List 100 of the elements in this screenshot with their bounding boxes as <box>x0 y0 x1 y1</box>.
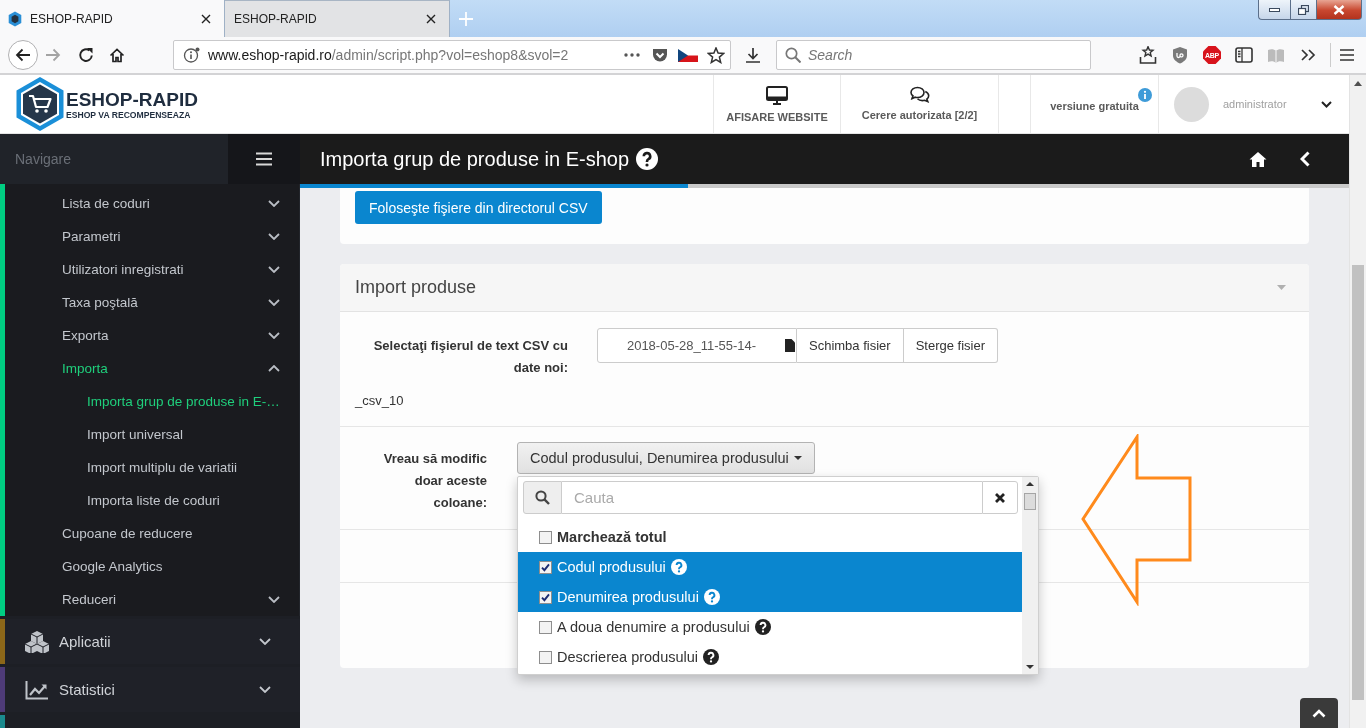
close-button[interactable] <box>1317 0 1362 20</box>
sidebar-item[interactable]: Importa grup de produse in E-… <box>5 385 299 418</box>
scroll-top-button[interactable] <box>1300 698 1338 728</box>
sidebar-item[interactable]: Import multiplu de variatii <box>5 451 299 484</box>
sidebar-heading: Navigare <box>0 134 228 184</box>
close-icon[interactable] <box>426 14 436 24</box>
columns-dropdown[interactable]: Codul produsului, Denumirea produsului <box>517 442 815 474</box>
sidebar-item[interactable]: Exporta <box>5 319 299 352</box>
dropdown-option[interactable]: Descrierea produsului <box>518 642 1022 672</box>
chevron-down-icon[interactable] <box>267 596 280 603</box>
sidebar-item[interactable]: Parametri <box>5 220 299 253</box>
search-field[interactable]: Search <box>808 47 1090 63</box>
help-icon[interactable] <box>754 619 771 635</box>
scroll-down-icon[interactable] <box>1026 665 1034 669</box>
minimize-button[interactable] <box>1258 0 1290 20</box>
checkbox[interactable] <box>539 650 552 664</box>
sidebar-item[interactable]: Taxa poştală <box>5 286 299 319</box>
chevron-down-icon[interactable] <box>267 233 280 240</box>
reload-icon[interactable] <box>78 47 94 63</box>
file-name-text: _csv_10 <box>355 392 404 410</box>
search-box[interactable]: Search <box>776 40 1091 70</box>
shield-icon[interactable] <box>1172 46 1188 64</box>
checkbox[interactable] <box>539 590 552 604</box>
help-icon[interactable] <box>703 649 720 665</box>
more-icon[interactable] <box>624 53 640 57</box>
menu-icon <box>255 152 273 166</box>
page-title: Importa grup de produse in E-shop <box>320 147 630 171</box>
scrollbar-thumb[interactable] <box>1024 493 1036 510</box>
csv-folder-button[interactable]: Foloseşte fişiere din directorul CSV <box>355 191 602 224</box>
address-bar[interactable]: www.eshop-rapid.ro/admin/script.php?vol=eshop8&svol=2 <box>173 40 731 70</box>
minimize-icon <box>1269 7 1280 12</box>
field-label: Vreau să modific doar aceste coloane: <box>382 450 487 512</box>
chevron-down-icon <box>1321 100 1332 108</box>
restore-button[interactable] <box>1290 0 1317 20</box>
info-icon[interactable] <box>183 47 200 63</box>
scrollbar[interactable] <box>1349 75 1366 728</box>
close-icon[interactable] <box>201 13 211 24</box>
chevron-down-icon[interactable] <box>267 266 280 273</box>
header-link[interactable]: Cerere autorizata [2/2] <box>840 75 998 133</box>
browser-tab[interactable]: ESHOP-RAPID <box>0 0 225 37</box>
restore-icon <box>1298 4 1309 15</box>
chevron-up-icon[interactable] <box>267 365 280 372</box>
scrollbar-thumb[interactable] <box>1352 265 1364 700</box>
chevron-down-icon[interactable] <box>259 638 271 645</box>
field-label: Selectaţi fişierul de text CSV cu date noi: <box>372 337 568 377</box>
search-field[interactable]: Cauta <box>562 481 982 514</box>
chevron-left-icon[interactable] <box>1300 151 1310 167</box>
plan-label: versiune gratuita <box>1050 99 1139 112</box>
chart-icon <box>25 679 49 700</box>
delete-file-button[interactable]: Sterge fisier <box>903 328 998 363</box>
chevron-down-icon[interactable] <box>267 332 280 339</box>
sidebar-item[interactable]: Reduceri <box>5 583 299 616</box>
search-icon <box>785 47 801 63</box>
scroll-up-icon[interactable] <box>1354 81 1362 86</box>
checkbox[interactable] <box>539 620 552 634</box>
download-icon[interactable] <box>745 47 761 63</box>
sidebar-item[interactable]: Google Analytics <box>5 550 299 583</box>
sidebar-item[interactable]: Import universal <box>5 418 299 451</box>
star-icon[interactable] <box>707 46 725 64</box>
chevron-down-icon[interactable] <box>267 200 280 207</box>
sidebar-section[interactable]: Aplicatii <box>5 619 300 664</box>
checkbox[interactable] <box>539 530 552 544</box>
sidebar-item[interactable]: Utilizatori inregistrati <box>5 253 299 286</box>
monitor-icon <box>766 86 788 105</box>
star-tray-icon[interactable] <box>1139 46 1157 64</box>
menu-icon[interactable] <box>1339 48 1355 62</box>
double-chevron-icon[interactable] <box>1300 48 1316 62</box>
clear-button[interactable] <box>982 481 1018 514</box>
browser-tab[interactable]: ESHOP-RAPID <box>225 0 450 37</box>
help-icon[interactable] <box>636 148 659 170</box>
chevron-shield-icon[interactable] <box>652 47 668 63</box>
sidebar-section[interactable]: Statistici <box>5 667 300 712</box>
chevron-down-icon[interactable] <box>259 686 271 693</box>
dropdown-option[interactable]: Denumirea produsului <box>518 582 1022 612</box>
file-icon <box>785 339 795 352</box>
sidebar-item[interactable]: Importa liste de coduri <box>5 484 299 517</box>
chevron-down-icon[interactable] <box>267 299 280 306</box>
close-icon <box>994 491 1006 504</box>
flag-icon[interactable] <box>678 48 698 62</box>
file-name-field[interactable]: 2018-05-28_11-55-14- <box>597 328 797 363</box>
checkbox[interactable] <box>539 560 552 574</box>
panel-title: Import produse <box>355 277 477 298</box>
menu-button[interactable] <box>228 134 300 184</box>
sidebar-item[interactable]: Cupoane de reducere <box>5 517 299 550</box>
back-button[interactable] <box>8 40 38 70</box>
dropdown-option[interactable]: A doua denumire a produsului <box>518 612 1022 642</box>
header-link[interactable]: AFISARE WEBSITE <box>713 75 840 133</box>
home-icon[interactable] <box>109 47 125 63</box>
search-icon <box>523 481 562 514</box>
scrollbar[interactable] <box>1022 477 1038 674</box>
scroll-up-icon[interactable] <box>1026 482 1034 486</box>
home-icon[interactable] <box>1249 151 1267 167</box>
back-arrow-icon <box>15 48 31 62</box>
dropdown-option[interactable]: Codul produsului <box>518 552 1022 582</box>
hexagon-cart-icon[interactable] <box>15 76 65 132</box>
sidebar-icon[interactable] <box>1235 47 1253 63</box>
sidebar-item[interactable]: Importa <box>5 352 299 385</box>
sidebar-item[interactable]: Lista de coduri <box>5 187 299 220</box>
change-file-button[interactable]: Schimba fisier <box>797 328 904 363</box>
dropdown-option[interactable]: Marchează totul <box>518 522 1022 552</box>
